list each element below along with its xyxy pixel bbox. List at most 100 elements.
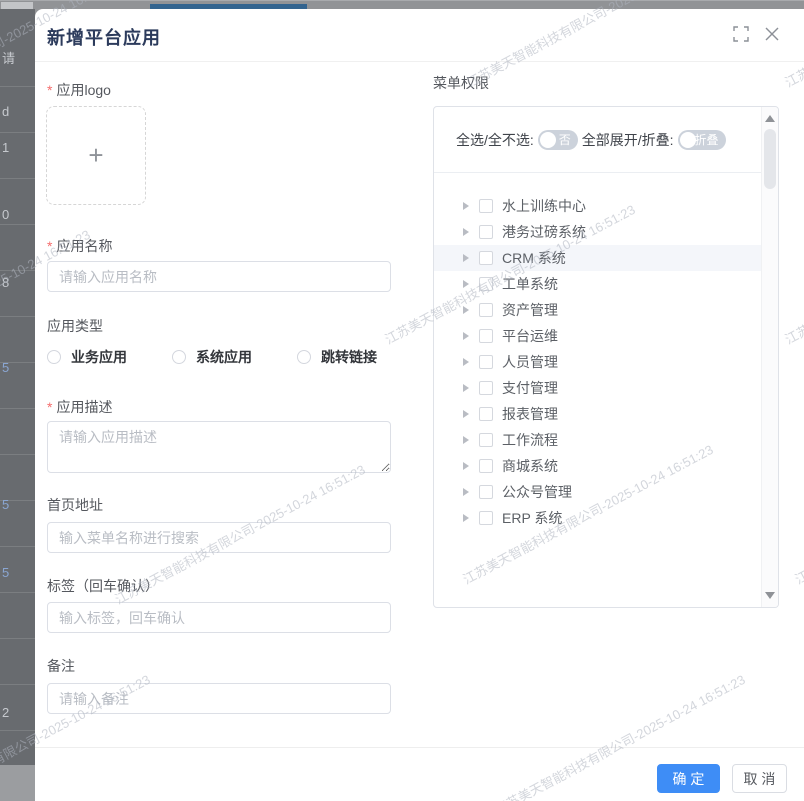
background-text-fragment: 5	[2, 497, 9, 512]
caret-right-icon[interactable]	[463, 228, 469, 236]
background-text-fragment: 0	[2, 207, 9, 222]
caret-right-icon[interactable]	[463, 410, 469, 418]
dialog-title: 新增平台应用	[47, 24, 161, 50]
select-all-switch[interactable]: 否	[538, 130, 578, 150]
tree-item[interactable]: ERP 系统	[434, 505, 762, 531]
confirm-button[interactable]: 确 定	[657, 764, 720, 793]
caret-right-icon[interactable]	[463, 332, 469, 340]
background-text-fragment: 1	[2, 140, 9, 155]
scroll-up-icon[interactable]	[765, 115, 775, 122]
app-name-input[interactable]	[47, 261, 391, 292]
switch-knob	[680, 132, 696, 148]
tree-item[interactable]: 平台运维	[434, 323, 762, 349]
background-left-strip: 请d1085552	[0, 9, 35, 801]
background-row-line	[0, 638, 35, 639]
add-platform-app-dialog: 新增平台应用 应用logo + 应用名称 应用类型 业务应用系统应用跳转链接 应…	[35, 9, 804, 801]
tree-checkbox[interactable]	[479, 355, 493, 369]
plus-icon: +	[88, 139, 103, 170]
tree-item-label: 商城系统	[502, 456, 558, 476]
tree-checkbox[interactable]	[479, 433, 493, 447]
radio-circle-icon	[297, 350, 311, 364]
tree-item[interactable]: 商城系统	[434, 453, 762, 479]
caret-right-icon[interactable]	[463, 384, 469, 392]
background-row-line	[0, 86, 35, 87]
footer-divider	[35, 747, 804, 748]
tree-checkbox[interactable]	[479, 511, 493, 525]
expand-collapse-switch[interactable]: 折叠	[678, 130, 726, 150]
tree-checkbox[interactable]	[479, 329, 493, 343]
tree-item[interactable]: 人员管理	[434, 349, 762, 375]
caret-right-icon[interactable]	[463, 254, 469, 262]
tree-item[interactable]: 资产管理	[434, 297, 762, 323]
tree-item-label: 公众号管理	[502, 482, 572, 502]
background-row-line	[0, 408, 35, 409]
tree-checkbox[interactable]	[479, 303, 493, 317]
tree-item[interactable]: 港务过磅系统	[434, 219, 762, 245]
close-icon[interactable]	[764, 26, 780, 42]
tag-input[interactable]	[47, 602, 391, 633]
tree-item[interactable]: CRM 系统	[434, 245, 762, 271]
background-footer-sliver	[0, 765, 35, 801]
radio-circle-icon	[47, 350, 61, 364]
background-row-line	[0, 132, 35, 133]
tree-item-label: 报表管理	[502, 404, 558, 424]
caret-right-icon[interactable]	[463, 514, 469, 522]
radio-circle-icon	[172, 350, 186, 364]
background-top-strip	[0, 0, 804, 9]
tree-item[interactable]: 公众号管理	[434, 479, 762, 505]
radio-label: 业务应用	[71, 347, 127, 367]
fullscreen-icon[interactable]	[733, 26, 749, 42]
tree-checkbox[interactable]	[479, 381, 493, 395]
background-row-line	[0, 684, 35, 685]
menu-tree: 水上训练中心港务过磅系统 CRM 系统工单系统资产管理平台运维人员管理支付管理报表…	[434, 173, 762, 608]
tree-scrollbar[interactable]	[761, 107, 778, 607]
caret-right-icon[interactable]	[463, 488, 469, 496]
caret-right-icon[interactable]	[463, 358, 469, 366]
tree-checkbox[interactable]	[479, 277, 493, 291]
home-url-label: 首页地址	[47, 495, 103, 515]
tree-checkbox[interactable]	[479, 225, 493, 239]
tree-item[interactable]: 工作流程	[434, 427, 762, 453]
background-row-line	[0, 730, 35, 731]
tree-checkbox[interactable]	[479, 251, 493, 265]
app-desc-textarea[interactable]	[47, 421, 391, 473]
tree-item-label: 支付管理	[502, 378, 558, 398]
cancel-button[interactable]: 取 消	[732, 764, 787, 793]
caret-right-icon[interactable]	[463, 280, 469, 288]
background-text-fragment: 5	[2, 565, 9, 580]
app-type-radio-业务应用[interactable]: 业务应用	[47, 348, 127, 366]
tree-item[interactable]: 报表管理	[434, 401, 762, 427]
home-url-input[interactable]	[47, 522, 391, 553]
caret-right-icon[interactable]	[463, 436, 469, 444]
background-text-fragment: 2	[2, 705, 9, 720]
app-type-radio-系统应用[interactable]: 系统应用	[172, 348, 252, 366]
app-name-label: 应用名称	[47, 236, 112, 256]
app-type-label: 应用类型	[47, 316, 103, 336]
tree-item[interactable]: 支付管理	[434, 375, 762, 401]
remark-input[interactable]	[47, 683, 391, 714]
tree-item-label: CRM 系统	[502, 248, 566, 268]
tree-item[interactable]: 工单系统	[434, 271, 762, 297]
scrollbar-thumb[interactable]	[764, 129, 776, 189]
logo-upload-button[interactable]: +	[46, 106, 146, 205]
tree-checkbox[interactable]	[479, 199, 493, 213]
background-text-fragment: 8	[2, 275, 9, 290]
tree-checkbox[interactable]	[479, 459, 493, 473]
scroll-down-icon[interactable]	[765, 592, 775, 599]
tree-item-label: 港务过磅系统	[502, 222, 586, 242]
tree-checkbox[interactable]	[479, 485, 493, 499]
caret-right-icon[interactable]	[463, 306, 469, 314]
switch-knob	[540, 132, 556, 148]
app-type-radio-跳转链接[interactable]: 跳转链接	[297, 348, 377, 366]
radio-label: 跳转链接	[321, 347, 377, 367]
tree-item-label: 平台运维	[502, 326, 558, 346]
tree-item-label: ERP 系统	[502, 508, 562, 528]
expand-collapse-label: 全部展开/折叠:	[582, 130, 674, 150]
caret-right-icon[interactable]	[463, 462, 469, 470]
tree-item-label: 水上训练中心	[502, 196, 586, 216]
tree-checkbox[interactable]	[479, 407, 493, 421]
caret-right-icon[interactable]	[463, 202, 469, 210]
tree-item[interactable]: 水上训练中心	[434, 193, 762, 219]
background-text-fragment: 5	[2, 360, 9, 375]
app-desc-label: 应用描述	[47, 397, 112, 417]
